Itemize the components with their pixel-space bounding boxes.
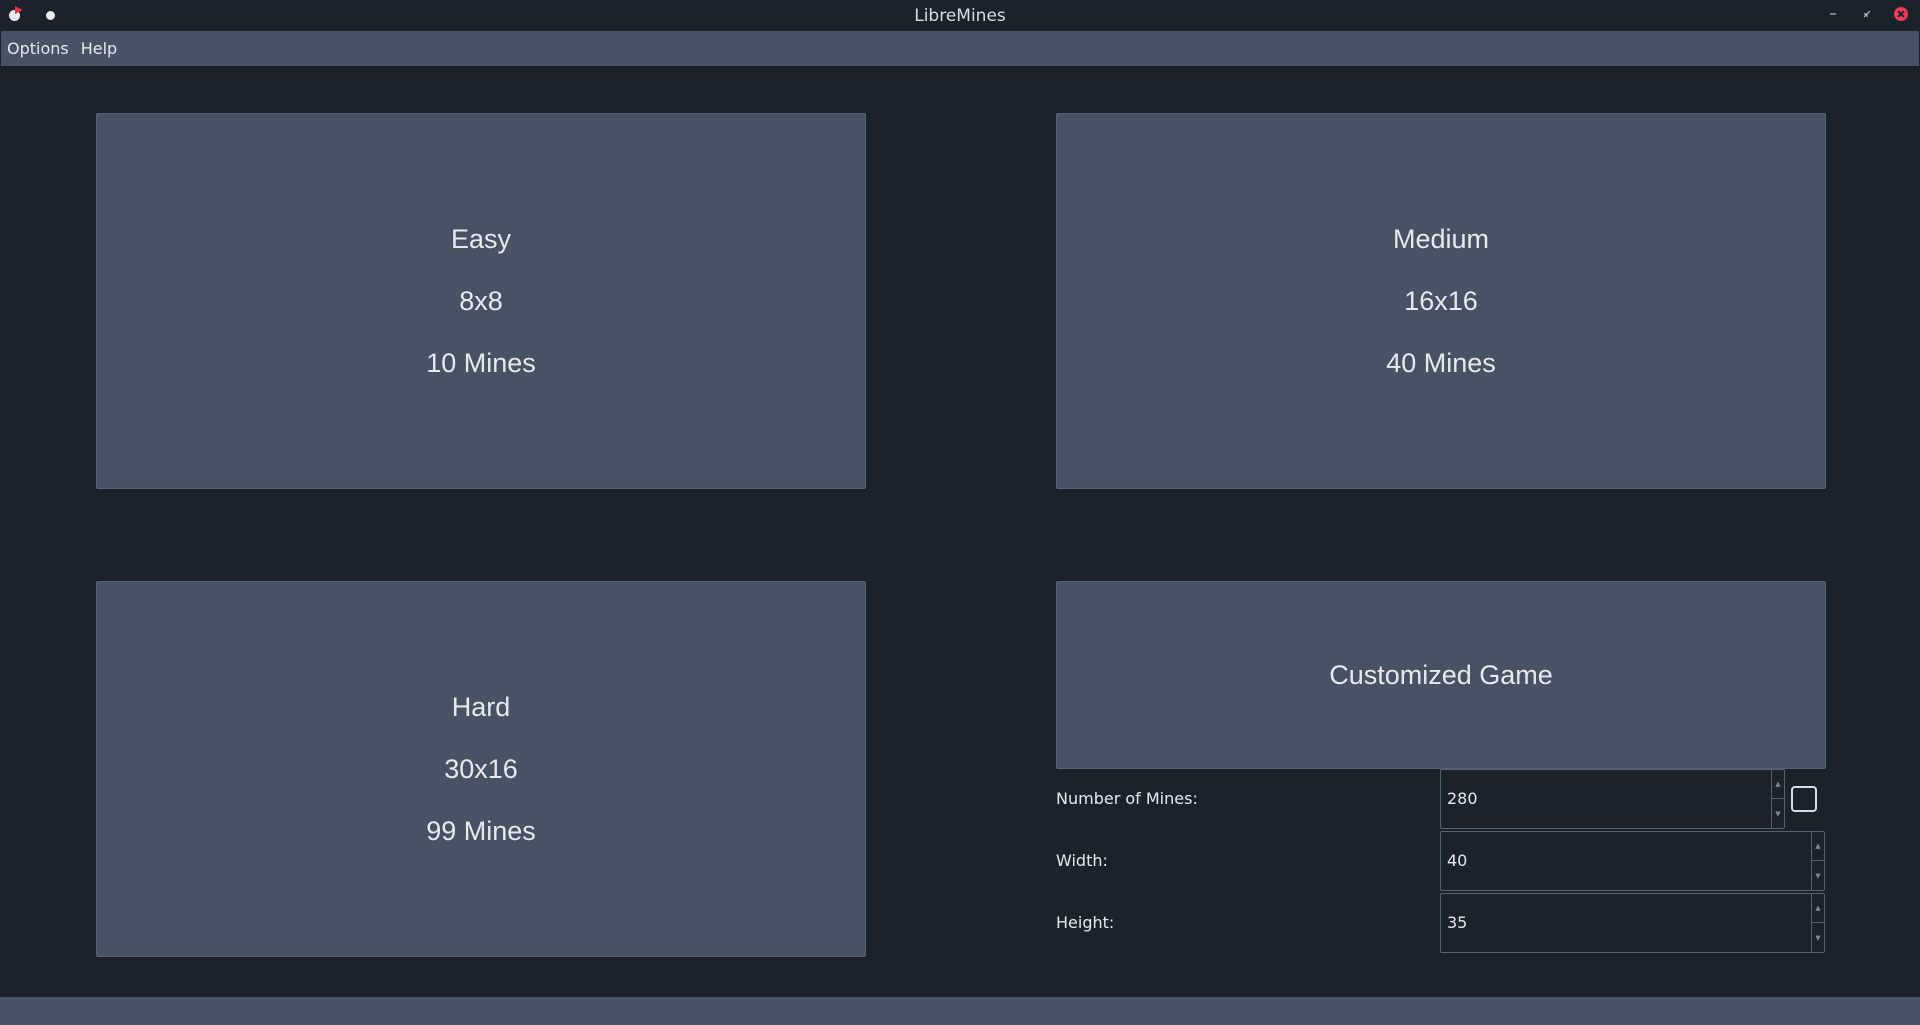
custom-label: Customized Game <box>1329 660 1553 690</box>
minimize-icon[interactable] <box>1826 7 1840 21</box>
medium-label: Medium <box>1392 224 1490 254</box>
height-label: Height: <box>1056 913 1115 932</box>
chevron-up-icon[interactable]: ▲ <box>1812 832 1824 861</box>
chevron-down-icon[interactable]: ▼ <box>1812 923 1824 952</box>
menu-bar: Options Help <box>1 31 1919 66</box>
mines-label: Number of Mines: <box>1056 789 1198 808</box>
window-controls <box>1826 7 1908 21</box>
menu-options[interactable]: Options <box>1 39 75 58</box>
app-icon[interactable] <box>8 6 24 22</box>
easy-game-button[interactable]: Easy 8x8 10 Mines <box>96 113 866 489</box>
height-spin-arrows: ▲ ▼ <box>1811 894 1824 952</box>
easy-size: 8x8 <box>459 286 503 316</box>
hard-size: 30x16 <box>444 754 518 784</box>
width-label: Width: <box>1056 851 1108 870</box>
mines-spinbox[interactable]: 280 ▲ ▼ <box>1440 769 1785 829</box>
medium-mines: 40 Mines <box>1386 348 1496 378</box>
chevron-down-icon[interactable]: ▼ <box>1812 861 1824 890</box>
chevron-up-icon[interactable]: ▲ <box>1772 770 1784 799</box>
width-spin-arrows: ▲ ▼ <box>1811 832 1824 890</box>
mines-spin-arrows: ▲ ▼ <box>1771 770 1784 828</box>
title-bar: LibreMines <box>0 0 1920 31</box>
window-title: LibreMines <box>914 5 1006 26</box>
pin-icon[interactable] <box>46 10 55 20</box>
customized-game-button[interactable]: Customized Game <box>1056 581 1826 769</box>
medium-game-button[interactable]: Medium 16x16 40 Mines <box>1056 113 1826 489</box>
width-spinbox[interactable]: 40 ▲ ▼ <box>1440 831 1825 891</box>
close-icon[interactable] <box>1894 7 1908 21</box>
height-value[interactable]: 35 <box>1447 894 1467 952</box>
status-bar <box>0 997 1920 1025</box>
flag-icon <box>15 6 23 14</box>
mines-value[interactable]: 280 <box>1447 770 1478 828</box>
chevron-up-icon[interactable]: ▲ <box>1812 894 1824 923</box>
height-spinbox[interactable]: 35 ▲ ▼ <box>1440 893 1825 953</box>
hard-game-button[interactable]: Hard 30x16 99 Mines <box>96 581 866 957</box>
mines-percentage-checkbox[interactable] <box>1791 786 1817 812</box>
width-value[interactable]: 40 <box>1447 832 1467 890</box>
hard-label: Hard <box>451 692 511 722</box>
easy-label: Easy <box>450 224 512 254</box>
easy-mines: 10 Mines <box>426 348 536 378</box>
menu-help[interactable]: Help <box>75 39 123 58</box>
chevron-down-icon[interactable]: ▼ <box>1772 799 1784 828</box>
restore-icon[interactable] <box>1860 7 1874 21</box>
hard-mines: 99 Mines <box>426 816 536 846</box>
medium-size: 16x16 <box>1404 286 1478 316</box>
title-bar-left <box>8 6 55 22</box>
